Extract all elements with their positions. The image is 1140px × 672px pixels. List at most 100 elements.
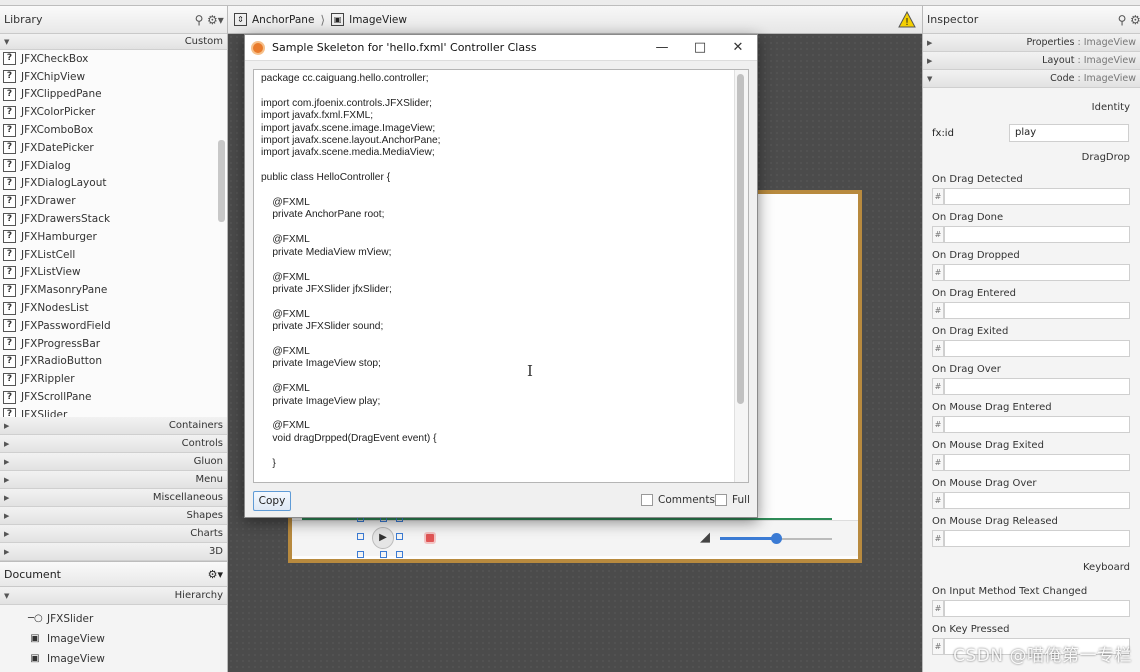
selection-handle[interactable] [396,533,403,540]
volume-slider-thumb[interactable] [771,533,782,544]
search-icon[interactable]: ⚲ [1114,13,1130,27]
event-handler-input[interactable] [944,600,1130,617]
close-icon[interactable]: ✕ [719,40,757,55]
library-custom-category[interactable]: ▼ Custom [0,34,227,50]
library-category-menu[interactable]: ▶ Menu [0,471,227,489]
library-item[interactable]: ? JFXDatePicker [0,139,227,157]
library-item[interactable]: ? JFXDrawersStack [0,210,227,228]
hierarchy-item[interactable]: ─○ JFXSlider [0,609,227,629]
library-item-label: JFXDialogLayout [21,177,107,190]
selection-handle[interactable] [396,551,403,558]
library-item[interactable]: ? JFXComboBox [0,121,227,139]
library-category-charts[interactable]: ▶ Charts [0,525,227,543]
breadcrumb-item-anchorpane[interactable]: ⇕ AnchorPane [234,13,314,26]
library-category-miscellaneous[interactable]: ▶ Miscellaneous [0,489,227,507]
event-handler-field[interactable]: # [932,264,1130,281]
gear-icon[interactable]: ⚙ [1130,13,1140,27]
library-item[interactable]: ? JFXDialog [0,157,227,175]
library-item[interactable]: ? JFXProgressBar [0,335,227,353]
library-item[interactable]: ? JFXChipView [0,68,227,86]
volume-icon: ◢ [700,530,710,545]
library-item[interactable]: ? JFXPasswordField [0,317,227,335]
library-item[interactable]: ? JFXMasonryPane [0,281,227,299]
event-handler-field[interactable]: # [932,416,1130,433]
selection-handle[interactable] [357,533,364,540]
event-handler-label: On Mouse Drag Over [932,478,1037,489]
event-handler-input[interactable] [944,416,1130,433]
maximize-icon[interactable]: □ [681,40,719,55]
event-handler-field[interactable]: # [932,454,1130,471]
event-handler-field[interactable]: # [932,492,1130,509]
event-handler-input[interactable] [944,530,1130,547]
event-handler-field[interactable]: # [932,600,1130,617]
text-cursor-icon: I [527,362,533,380]
event-handler-input[interactable] [944,264,1130,281]
fxid-input[interactable]: play [1009,124,1129,142]
event-handler-field[interactable]: # [932,226,1130,243]
event-handler-input[interactable] [944,492,1130,509]
inspector-section-properties[interactable]: ▶ Properties : ImageView [923,34,1140,52]
search-icon[interactable]: ⚲ [191,13,207,27]
library-item[interactable]: ? JFXListCell [0,246,227,264]
library-item[interactable]: ? JFXRadioButton [0,353,227,371]
play-icon[interactable]: ▶ [372,527,394,549]
gear-icon[interactable]: ⚙▾ [207,13,224,27]
inspector-section-layout[interactable]: ▶ Layout : ImageView [923,52,1140,70]
hierarchy-item[interactable]: ▣ ImageView [0,649,227,669]
library-item[interactable]: ? JFXDrawer [0,192,227,210]
event-handler-field[interactable]: # [932,302,1130,319]
event-handler-input[interactable] [944,226,1130,243]
gear-icon[interactable]: ⚙▾ [208,568,223,581]
library-item[interactable]: ? JFXRippler [0,370,227,388]
event-handler-field[interactable]: # [932,340,1130,357]
event-handler-label: On Mouse Drag Exited [932,440,1044,451]
library-scrollbar[interactable] [218,140,225,222]
copy-button[interactable]: Copy [253,491,291,511]
library-category-3d[interactable]: ▶ 3D [0,543,227,561]
inspector-search-input[interactable] [1007,11,1114,29]
selection-handle[interactable] [380,551,387,558]
watermark: CSDN @喵俺第一专栏 [953,646,1132,666]
hierarchy-item[interactable]: ▣ ImageView [0,629,227,649]
warning-icon[interactable]: ! [898,11,916,28]
hierarchy-section[interactable]: ▼ Hierarchy [0,587,227,605]
event-handler-input[interactable] [944,454,1130,471]
library-item[interactable]: ? JFXListView [0,264,227,282]
library-search-input[interactable] [64,11,191,29]
library-item[interactable]: ? JFXClippedPane [0,86,227,104]
event-handler-input[interactable] [944,188,1130,205]
breadcrumb-item-imageview[interactable]: ▣ ImageView [331,13,407,26]
library-item[interactable]: ? JFXNodesList [0,299,227,317]
controller-code[interactable]: package cc.caiguang.hello.controller; im… [254,70,748,470]
minimize-icon[interactable]: — [643,40,681,55]
library-category-shapes[interactable]: ▶ Shapes [0,507,227,525]
event-handler-field[interactable]: # [932,188,1130,205]
code-scrollbar-thumb[interactable] [737,74,744,404]
checkbox-box[interactable] [641,494,653,506]
library-item[interactable]: ? JFXHamburger [0,228,227,246]
library-item-label: JFXSlider [21,408,68,417]
comments-checkbox[interactable]: Comments [641,494,715,506]
library-item[interactable]: ? JFXCheckBox [0,50,227,68]
event-handler-input[interactable] [944,378,1130,395]
event-handler-field[interactable]: # [932,530,1130,547]
document-header: Document ⚙▾ [0,561,227,587]
full-checkbox[interactable]: Full [715,494,750,506]
library-item[interactable]: ? JFXScrollPane [0,388,227,406]
library-item[interactable]: ? JFXColorPicker [0,103,227,121]
inspector-section-code[interactable]: ▼ Code : ImageView [923,70,1140,88]
event-handler-field[interactable]: # [932,378,1130,395]
event-handler-input[interactable] [944,302,1130,319]
selection-handle[interactable] [357,551,364,558]
stop-icon[interactable] [424,532,436,544]
library-item[interactable]: ? JFXDialogLayout [0,175,227,193]
library-category-gluon[interactable]: ▶ Gluon [0,453,227,471]
library-category-containers[interactable]: ▶ Containers [0,417,227,435]
dialog-titlebar[interactable]: Sample Skeleton for 'hello.fxml' Control… [245,35,757,61]
event-handler-input[interactable] [944,340,1130,357]
library-category-controls[interactable]: ▶ Controls [0,435,227,453]
checkbox-box[interactable] [715,494,727,506]
library-item[interactable]: ? JFXSlider [0,406,227,417]
unknown-component-icon: ? [3,123,16,137]
code-text-area[interactable]: package cc.caiguang.hello.controller; im… [253,69,749,483]
